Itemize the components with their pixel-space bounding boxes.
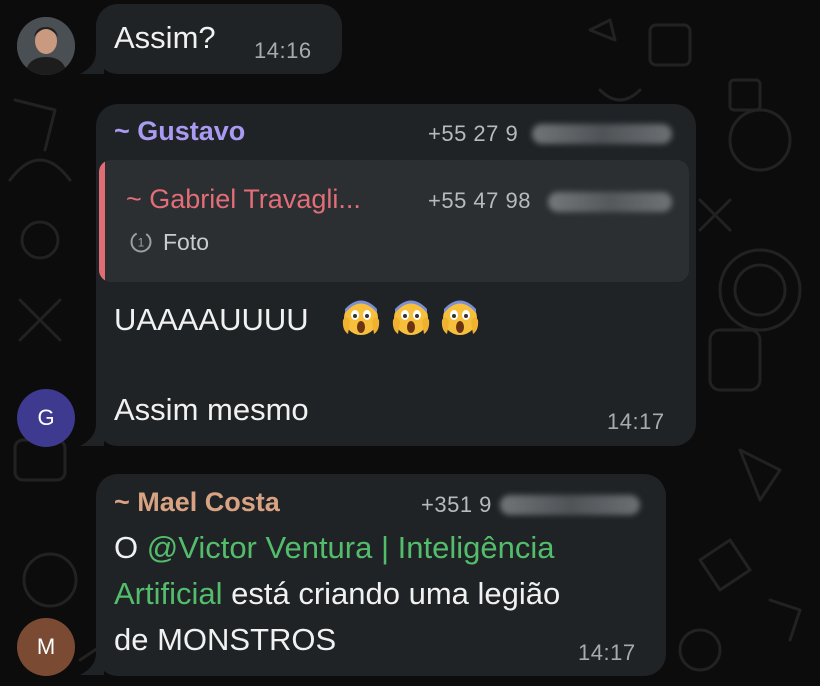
phone-redaction (500, 495, 640, 515)
quote-accent-bar (99, 160, 105, 282)
scream-face-emoji (392, 300, 430, 335)
phone-redaction (548, 192, 672, 212)
profile-photo-icon (17, 17, 75, 75)
sender-name[interactable]: ~ Mael Costa (114, 487, 280, 518)
message-text-line2: Assim mesmo (114, 392, 309, 427)
message-time: 14:16 (254, 38, 312, 63)
sender-name[interactable]: ~ Gustavo (114, 116, 245, 147)
quoted-sender-phone: +55 47 98 (428, 188, 531, 213)
user-avatar-photo[interactable] (17, 17, 75, 75)
phone-redaction (532, 124, 672, 144)
message-text-line1: O @Victor Ventura | Inteligência (114, 530, 554, 566)
mention-link[interactable]: @Victor Ventura | Inteligência (147, 530, 555, 565)
svg-text:1: 1 (138, 236, 145, 250)
message-text-line1: UAAAAUUUU (114, 302, 309, 337)
message-time: 14:17 (607, 409, 665, 434)
quoted-media-label: Foto (163, 229, 210, 255)
message-text-rest: está criando uma legião (222, 576, 561, 611)
scream-face-emoji (441, 300, 479, 335)
message-text-prefix: O (114, 530, 147, 565)
avatar-letter: M (36, 634, 56, 659)
message-text-line3: de MONSTROS (114, 622, 337, 657)
message-text: Assim? (114, 20, 216, 55)
message-time: 14:17 (578, 640, 636, 665)
mention-link-continued[interactable]: Artificial (114, 576, 223, 611)
sender-phone: +351 9 (421, 492, 492, 517)
message-text-line2: Artificial está criando uma legião (114, 576, 560, 612)
scream-face-emoji (342, 300, 380, 335)
reply-quote[interactable] (99, 160, 689, 282)
sender-avatar-m[interactable]: M (17, 618, 75, 676)
sender-phone: +55 27 9 (428, 121, 519, 146)
quoted-sender-name: ~ Gabriel Travagli... (126, 184, 361, 214)
sender-avatar-g[interactable]: G (17, 389, 75, 447)
view-once-icon: 1 (130, 231, 152, 253)
avatar-letter: G (37, 405, 55, 430)
